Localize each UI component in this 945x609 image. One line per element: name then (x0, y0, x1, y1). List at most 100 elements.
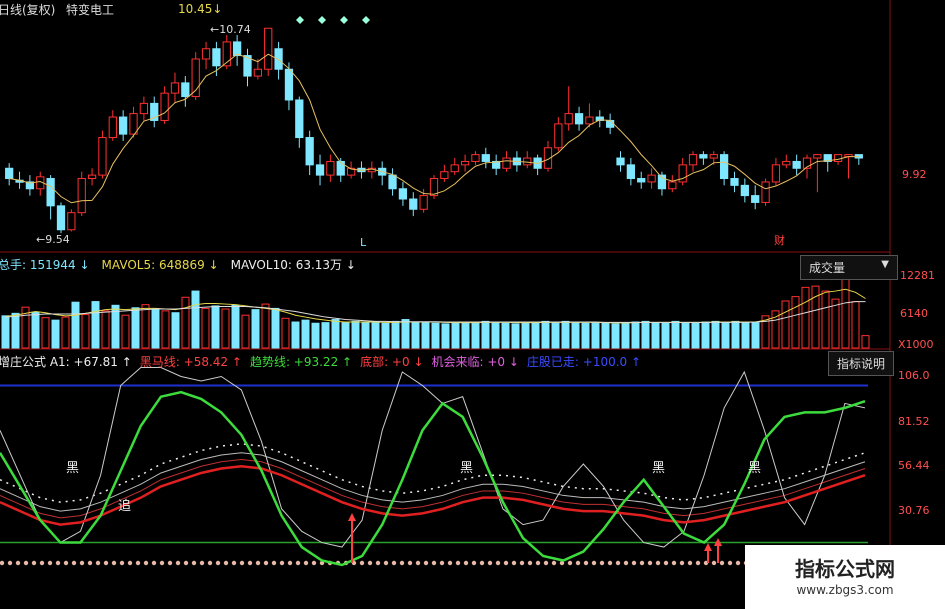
candle-body (98, 137, 107, 176)
volume-bar (141, 304, 150, 349)
candle-body (616, 157, 625, 166)
candle-body (315, 164, 325, 176)
indicator-dot (567, 560, 573, 566)
volume-button-label: 成交量 (809, 261, 846, 275)
candle-body (305, 137, 314, 166)
indicator-dot (231, 560, 237, 566)
volume-bar (691, 322, 700, 349)
indicator-dot (71, 560, 77, 566)
candle-body (761, 181, 770, 203)
volume-bar (1, 315, 10, 349)
candle-body (481, 154, 490, 162)
chart-canvas[interactable] (0, 0, 945, 609)
candle-body (77, 178, 86, 214)
indicator-axis-0: 106.0 (898, 369, 930, 382)
candle-body (782, 160, 791, 166)
volume-bar (371, 322, 380, 349)
volume-axis-2: X1000 (898, 338, 934, 351)
indicator-dot (399, 560, 405, 566)
indicator-dot (47, 560, 53, 566)
low-label-value: 9.54 (45, 233, 70, 246)
period-label[interactable]: 日线(复权) (0, 4, 55, 16)
volume-bar (431, 322, 440, 349)
indicator-dot (615, 560, 621, 566)
volume-bar (181, 296, 190, 349)
volume-bar (491, 321, 500, 349)
volume-bar (801, 286, 810, 349)
volume-bar (321, 322, 330, 349)
high-label-value: 10.74 (219, 23, 251, 36)
volume-bar (831, 298, 840, 349)
volume-bar (791, 296, 800, 349)
volume-bar (11, 312, 20, 349)
low-label: ←9.54 (36, 233, 70, 246)
header-diamond-2 (340, 16, 348, 24)
indicator-dot (687, 560, 693, 566)
volume-bar (311, 322, 320, 349)
indicator-dot (271, 560, 277, 566)
volume-bar (121, 314, 130, 349)
indicator-dot (111, 560, 117, 566)
candle-body (460, 160, 470, 166)
indicator-dot (671, 560, 677, 566)
indicator-help-button[interactable]: 指标说明 (828, 351, 895, 376)
candle-body (253, 68, 262, 77)
indicator-dot (143, 560, 149, 566)
indicator-dot (367, 560, 373, 566)
candle-body (554, 123, 563, 149)
volume-bar (651, 322, 660, 349)
candle-body (647, 174, 656, 183)
price-marker-arrow: ↓ (212, 2, 223, 16)
indicator-dot (455, 560, 461, 566)
candle-body (274, 48, 283, 70)
indicator-dot (431, 560, 437, 566)
volume-bar (171, 312, 180, 349)
indicator-dot (415, 560, 421, 566)
candle-body (668, 181, 677, 190)
volume-bar (581, 322, 590, 349)
indicator-dot (167, 560, 173, 566)
indicator-dot (183, 560, 189, 566)
indicator-axis-1: 81.52 (898, 415, 930, 428)
indicator-dot (679, 560, 685, 566)
indicator-dot (295, 560, 301, 566)
header-diamond-0 (296, 16, 304, 24)
indicator-dot (0, 560, 5, 566)
indicator-series-2 (0, 390, 866, 567)
volume-button[interactable]: 成交量 ▼ (800, 255, 898, 280)
indicator-dot (127, 560, 133, 566)
indicator-dot (623, 560, 629, 566)
candle-body (471, 154, 480, 162)
candle-body (450, 164, 459, 173)
indicator-dot (311, 560, 317, 566)
candle-body (201, 48, 211, 60)
volume-bar (191, 290, 200, 349)
indicator-legend-item-2: 趋势线: +93.22 ↑ (249, 355, 353, 369)
volume-axis-0: 12281 (900, 269, 935, 282)
dropdown-icon: ▼ (881, 259, 889, 270)
volume-legend-item-2: MAVOL10: 63.13万 ↓ (230, 258, 356, 272)
volume-bar (861, 335, 870, 349)
indicator-dot (695, 560, 701, 566)
candle-body (119, 116, 128, 135)
volume-bar (221, 308, 230, 349)
indicator-dot (303, 560, 309, 566)
indicator-legend: 增庄公式 A1: +67.81 ↑ 黑马线: +58.42 ↑ 趋势线: +93.2… (0, 356, 649, 368)
volume-bar (561, 320, 570, 349)
volume-bar (301, 319, 310, 349)
volume-bar (341, 322, 350, 349)
volume-bar (571, 322, 580, 349)
volume-axis-1: 6140 (900, 307, 928, 320)
indicator-dot (359, 560, 365, 566)
volume-bar (731, 320, 740, 349)
indicator-dot (159, 560, 165, 566)
candle-body (56, 205, 66, 231)
indicator-axis-3: 30.76 (898, 504, 930, 517)
volume-bar (231, 304, 240, 349)
volume-bar (751, 322, 760, 349)
indicator-arrow-head-0 (348, 513, 356, 521)
volume-bar (521, 321, 530, 349)
candle-body (181, 82, 190, 98)
candle-body (813, 154, 822, 159)
volume-bar (281, 317, 290, 349)
